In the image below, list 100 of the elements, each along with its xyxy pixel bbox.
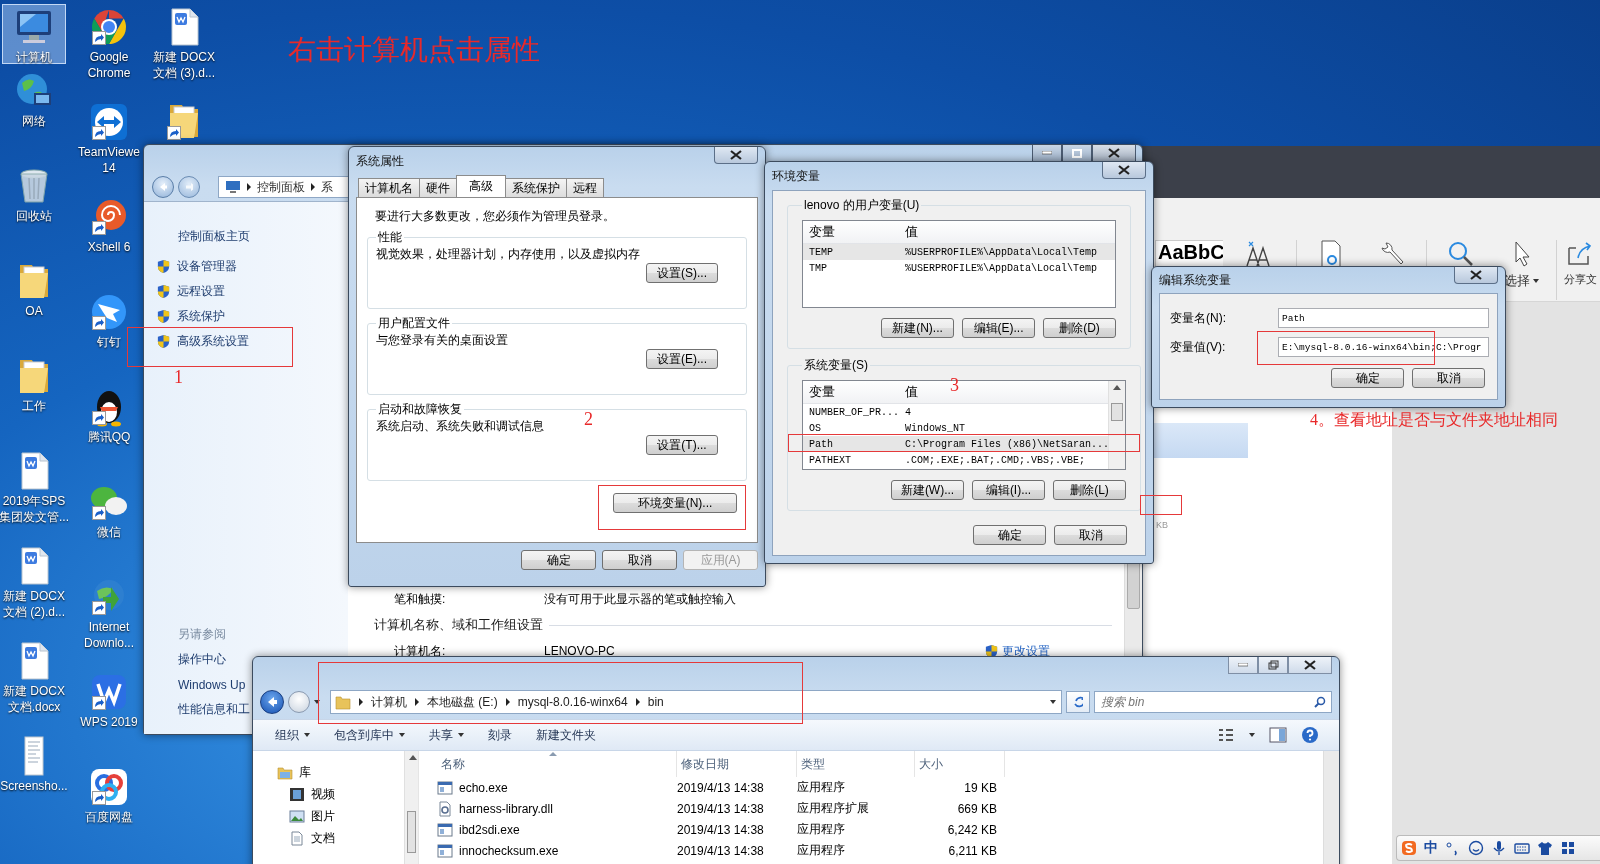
file-row[interactable]: innochecksum.exe 2019/4/13 14:38 应用程序 6,211 KB [419,840,1322,861]
desktop-shortcut[interactable]: 工作 [2,353,66,444]
breadcrumb-item[interactable]: mysql-8.0.16-winx64 [517,695,628,709]
dialog-button[interactable]: 删除(D) [1043,318,1116,338]
close-button[interactable] [1102,162,1146,179]
address-bar[interactable]: 计算机 本地磁盘 (E:) mysql-8.0.16-winx64 bin [330,690,1062,714]
column-header[interactable]: 变量 [809,383,835,401]
minimize-button[interactable] [1228,657,1258,674]
sidebar-link[interactable]: 系统保护 [156,308,225,325]
back-button[interactable] [152,176,174,198]
breadcrumb-item[interactable]: bin [647,695,664,709]
desktop-shortcut[interactable]: Internet Downlo... [77,574,141,665]
desktop-shortcut[interactable]: 新建 DOCX 文档 (3).d... [152,4,216,95]
desktop-shortcut[interactable]: TeamViewe 14 [77,99,141,190]
dialog-button[interactable]: 取消 [602,550,677,570]
sidebar-link[interactable]: 控制面板主页 [156,218,348,254]
sidebar-link[interactable]: 高级系统设置 [156,333,249,350]
desktop-shortcut[interactable]: 新建 DOCX 文档 (2).d... [2,543,66,634]
desktop-shortcut[interactable]: 钉钉 [77,289,141,380]
forward-button[interactable] [178,176,200,198]
breadcrumb-item[interactable]: 本地磁盘 (E:) [427,693,498,711]
environment-variables-button[interactable]: 环境变量(N)... [613,493,737,513]
dialog-button[interactable]: 编辑(I)... [972,480,1046,500]
refresh-button[interactable] [1066,691,1090,713]
table-row[interactable]: TEMP %USERPROFILE%\AppData\Local\Temp [803,244,1115,260]
change-settings-link[interactable]: 更改设置 [984,642,1050,660]
input-mode-toggle[interactable]: 中 [1424,839,1438,857]
dialog-button[interactable]: 确定 [1331,368,1404,388]
desktop-shortcut[interactable]: 百度网盘 [77,764,141,855]
input-field[interactable]: Path [1278,308,1489,328]
tab[interactable]: 远程 [566,178,604,197]
settings-button[interactable]: 设置(E)... [646,349,718,369]
table-row[interactable]: PATHEXT .COM;.EXE;.BAT;.CMD;.VBS;.VBE; [803,452,1110,468]
column-header[interactable]: 类型 [797,751,915,777]
toolbar-button[interactable]: 新建文件夹 [526,723,606,747]
breadcrumb-item[interactable]: 系 [321,178,333,196]
desktop-shortcut[interactable]: WPS 2019 [77,669,141,760]
scrollbar[interactable] [1108,381,1126,469]
toolbar-button[interactable]: 刻录 [478,723,522,747]
desktop-shortcut[interactable]: 网络 [2,68,66,159]
table-row[interactable]: OS Windows_NT [803,420,1110,436]
dialog-button[interactable]: 删除(L) [1053,480,1127,500]
scrollbar[interactable] [404,751,418,864]
tab[interactable]: 计算机名 [358,178,420,197]
dialog-button[interactable]: 确定 [521,550,596,570]
dialog-button[interactable]: 新建(W)... [891,480,965,500]
select-button[interactable]: 选择 [1504,272,1540,290]
table-row[interactable]: TMP %USERPROFILE%\AppData\Local\Temp [803,260,1115,276]
sidebar-link[interactable]: 远程设置 [156,283,225,300]
file-row[interactable]: harness-library.dll 2019/4/13 14:38 应用程序扩展 669 KB [419,798,1322,819]
share-label[interactable]: 分享文 [1563,272,1597,287]
toolbar-button[interactable]: 组织 [265,723,320,747]
dialog-button[interactable]: 确定 [973,525,1046,545]
back-button[interactable] [260,690,284,714]
breadcrumb-item[interactable]: 计算机 [371,693,407,711]
toolbar-button[interactable]: 包含到库中 [324,723,415,747]
restore-button[interactable] [1258,657,1288,674]
column-header[interactable]: 大小 [915,751,1005,777]
dialog-button[interactable]: 新建(N)... [881,318,954,338]
desktop-shortcut[interactable]: 腾讯QQ [77,384,141,475]
toolbar-button[interactable]: 共享 [419,723,474,747]
desktop-shortcut[interactable]: Google Chrome [77,4,141,95]
close-button[interactable] [714,147,758,164]
close-button[interactable] [1288,657,1332,674]
tab[interactable]: 系统保护 [505,178,567,197]
table-row[interactable]: NUMBER_OF_PR... 4 [803,404,1110,420]
file-row[interactable]: ibd2sdi.exe 2019/4/13 14:38 应用程序 6,242 KB [419,819,1322,840]
sidebar-link[interactable]: 性能信息和工 [156,701,250,718]
desktop-shortcut[interactable]: 回收站 [2,163,66,254]
settings-button[interactable]: 设置(T)... [646,435,718,455]
column-header[interactable]: 名称 [437,751,677,777]
desktop-shortcut[interactable]: 2019年SPS 集团发文管... [2,448,66,539]
settings-button[interactable]: 设置(S)... [646,263,718,283]
desktop-shortcut[interactable]: OA [2,258,66,349]
sidebar-link[interactable]: 操作中心 [156,651,226,668]
nav-item[interactable]: 文档 [289,827,335,849]
sidebar-link[interactable]: Windows Up [156,676,246,693]
search-field[interactable]: 搜索 bin [1094,691,1332,713]
column-header[interactable]: 值 [905,223,918,241]
desktop-shortcut[interactable]: 新建 DOCX 文档.docx [2,638,66,729]
dialog-button[interactable]: 取消 [1054,525,1127,545]
table-row[interactable]: Path C:\Program Files (x86)\NetSaran... [803,436,1110,452]
breadcrumb-item[interactable]: 控制面板 [257,178,305,196]
file-row[interactable]: echo.exe 2019/4/13 14:38 应用程序 19 KB [419,777,1322,798]
nav-item[interactable]: 视频 [289,783,335,805]
nav-item[interactable]: 图片 [289,805,335,827]
desktop-shortcut[interactable]: Xshell 6 [77,194,141,285]
column-header[interactable]: 修改日期 [677,751,797,777]
nav-item[interactable]: 库 [277,761,311,783]
sidebar-link[interactable]: 设备管理器 [156,258,237,275]
desktop-shortcut[interactable]: 微信 [77,479,141,570]
column-header[interactable]: 变量 [809,223,835,241]
close-button[interactable] [1454,267,1498,284]
dialog-button[interactable]: 取消 [1412,368,1485,388]
tab[interactable]: 硬件 [419,178,457,197]
dialog-button[interactable]: 编辑(E)... [962,318,1035,338]
scrollbar[interactable] [1323,751,1339,864]
tab[interactable]: 高级 [456,175,506,197]
column-header[interactable]: 值 [905,383,918,401]
desktop-shortcut[interactable]: Screensho... [2,733,66,824]
